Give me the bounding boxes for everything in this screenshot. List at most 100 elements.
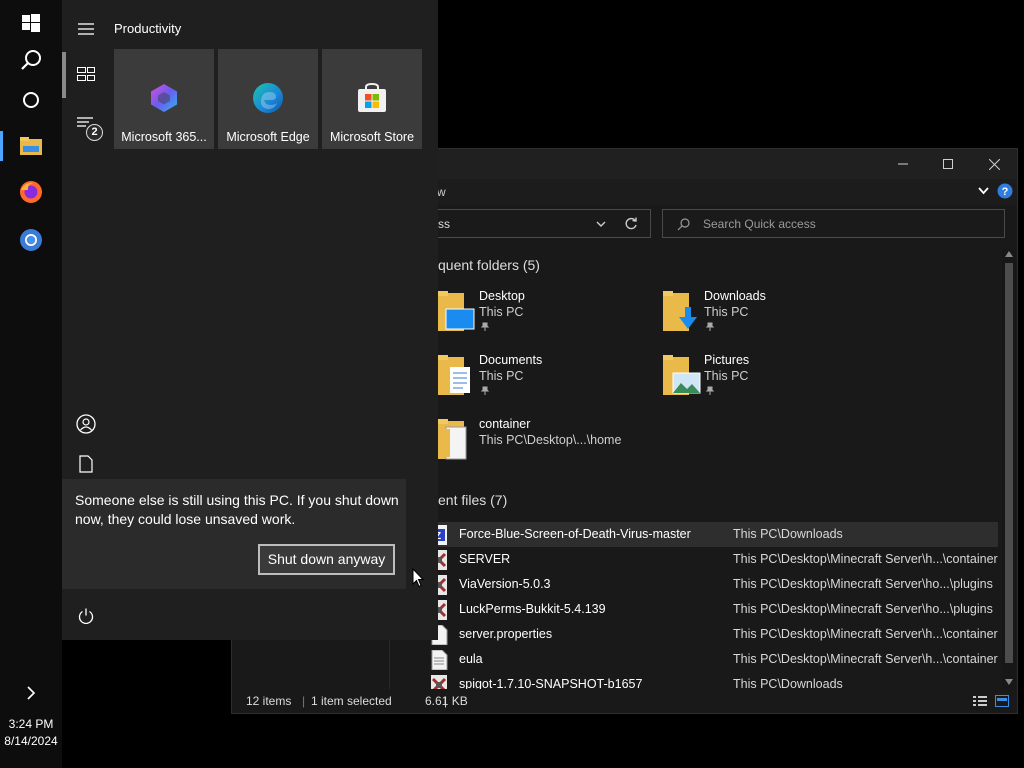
scroll-down-icon[interactable] <box>1005 679 1013 685</box>
store-icon <box>358 82 386 112</box>
document-icon <box>79 455 93 473</box>
file-row[interactable]: spigot-1.7.10-SNAPSHOT-b1657 This PC\Dow… <box>427 672 998 689</box>
status-bar: 12 items | 1 item selected 6.61 KB | <box>232 689 1017 713</box>
close-button[interactable] <box>971 149 1017 179</box>
hamburger-menu-icon <box>78 23 94 35</box>
taskbar: 3:24 PM 8/14/2024 <box>0 0 62 768</box>
file-name: Force-Blue-Screen-of-Death-Virus-master <box>459 527 691 541</box>
vertical-scrollbar[interactable] <box>1002 249 1016 689</box>
file-name: eula <box>459 652 483 666</box>
pin-icon <box>480 322 490 331</box>
tile-group-title[interactable]: Productivity <box>114 21 181 36</box>
tile-microsoft-365[interactable]: Microsoft 365... <box>114 49 214 149</box>
expand-menu-button[interactable] <box>62 7 110 51</box>
recent-files-header[interactable]: ent files (7) <box>438 492 507 508</box>
shutdown-warning-flyout: Someone else is still using this PC. If … <box>62 479 406 589</box>
folder-pictures[interactable]: Pictures This PC <box>663 353 883 413</box>
scroll-up-icon[interactable] <box>1005 251 1013 257</box>
jar-file-icon <box>431 675 447 689</box>
folder-name: Pictures <box>704 353 750 367</box>
downloads-folder-icon <box>663 291 697 331</box>
svg-text:?: ? <box>1002 186 1009 198</box>
file-name: SERVER <box>459 552 511 566</box>
file-location: This PC\Downloads <box>733 527 843 541</box>
user-icon <box>76 414 96 434</box>
folder-container[interactable]: container This PC\Desktop\...\home <box>438 417 658 477</box>
tile-label: Microsoft 365... <box>121 130 207 144</box>
file-row[interactable]: LuckPerms-Bukkit-5.4.139 This PC\Desktop… <box>427 597 998 622</box>
clock-date: 8/14/2024 <box>4 734 58 748</box>
folder-location: This PC\Desktop\...\home <box>479 433 622 447</box>
tile-label: Microsoft Edge <box>226 130 310 144</box>
status-item-count: 12 items <box>246 694 292 708</box>
folder-downloads[interactable]: Downloads This PC <box>663 289 883 349</box>
folder-desktop[interactable]: Desktop This PC <box>438 289 658 349</box>
details-view-icon[interactable] <box>973 695 987 707</box>
file-location: This PC\Downloads <box>733 677 843 689</box>
scrollbar-thumb[interactable] <box>1005 263 1013 663</box>
tiles-icon <box>77 67 95 81</box>
file-location: This PC\Desktop\Minecraft Server\h...\co… <box>733 627 998 641</box>
folder-name: container <box>479 417 531 431</box>
search-box[interactable]: Search Quick access <box>662 209 1005 238</box>
tile-microsoft-store[interactable]: Microsoft Store <box>322 49 422 149</box>
file-row[interactable]: Z Force-Blue-Screen-of-Death-Virus-maste… <box>427 522 998 547</box>
folder-location: This PC <box>479 305 524 319</box>
pictures-folder-icon <box>663 355 701 395</box>
tile-microsoft-edge[interactable]: Microsoft Edge <box>218 49 318 149</box>
windows-logo-icon <box>22 14 40 32</box>
file-location: This PC\Desktop\Minecraft Server\h...\co… <box>733 652 998 666</box>
documents-folder-icon <box>438 355 470 395</box>
cortana-button[interactable] <box>0 77 62 123</box>
maximize-button[interactable] <box>925 149 971 179</box>
refresh-icon[interactable] <box>624 217 638 231</box>
status-selection: 1 item selected <box>311 694 392 708</box>
maximize-icon <box>943 159 953 169</box>
file-row[interactable]: server.properties This PC\Desktop\Minecr… <box>427 622 998 647</box>
show-more-button[interactable] <box>0 670 62 716</box>
pinned-tiles-button[interactable] <box>62 52 110 96</box>
account-button[interactable] <box>62 402 110 446</box>
file-name: server.properties <box>459 627 553 641</box>
firefox-icon <box>20 181 42 203</box>
search-placeholder: Search Quick access <box>703 217 816 231</box>
ribbon-view-tab[interactable]: w <box>437 185 446 199</box>
minimize-icon <box>898 163 908 165</box>
pin-icon <box>705 386 715 395</box>
chevron-down-icon[interactable] <box>596 221 606 228</box>
help-icon[interactable]: ? <box>997 183 1013 199</box>
address-bar[interactable]: ss <box>427 209 651 238</box>
cortana-icon <box>23 92 39 108</box>
folder-documents[interactable]: Documents This PC <box>438 353 658 413</box>
large-icons-view-icon[interactable] <box>995 694 1009 708</box>
file-row[interactable]: eula This PC\Desktop\Minecraft Server\h.… <box>427 647 998 672</box>
pin-icon <box>705 322 715 331</box>
tile-label: Microsoft Store <box>329 130 415 144</box>
file-location: This PC\Desktop\Minecraft Server\h...\co… <box>733 552 998 566</box>
documents-button[interactable] <box>62 450 110 478</box>
power-button[interactable] <box>62 594 110 638</box>
taskbar-chromium[interactable] <box>0 217 62 263</box>
file-row[interactable]: SERVER This PC\Desktop\Minecraft Server\… <box>427 547 998 572</box>
desktop-folder-icon <box>438 291 475 331</box>
microsoft-365-icon <box>151 84 177 112</box>
container-folder-icon <box>438 419 467 460</box>
file-row[interactable]: ViaVersion-5.0.3 This PC\Desktop\Minecra… <box>427 572 998 597</box>
minimize-button[interactable] <box>880 149 926 179</box>
shut-down-anyway-button[interactable]: Shut down anyway <box>258 544 395 575</box>
expand-ribbon-icon[interactable] <box>978 187 989 195</box>
folder-name: Downloads <box>704 289 766 303</box>
frequent-folders-header[interactable]: quent folders (5) <box>438 257 540 273</box>
all-apps-button[interactable]: 2 <box>62 102 110 146</box>
taskbar-firefox[interactable] <box>0 169 62 215</box>
chevron-right-icon <box>27 686 36 700</box>
address-text: ss <box>438 217 450 231</box>
clock-time: 3:24 PM <box>8 717 54 731</box>
text-file-icon <box>431 650 448 670</box>
pin-icon <box>480 386 490 395</box>
close-icon <box>988 158 1000 170</box>
file-location: This PC\Desktop\Minecraft Server\ho...\p… <box>733 602 993 616</box>
system-clock[interactable]: 3:24 PM 8/14/2024 <box>0 716 62 750</box>
file-location: This PC\Desktop\Minecraft Server\ho...\p… <box>733 577 993 591</box>
taskbar-file-explorer[interactable] <box>0 123 62 169</box>
